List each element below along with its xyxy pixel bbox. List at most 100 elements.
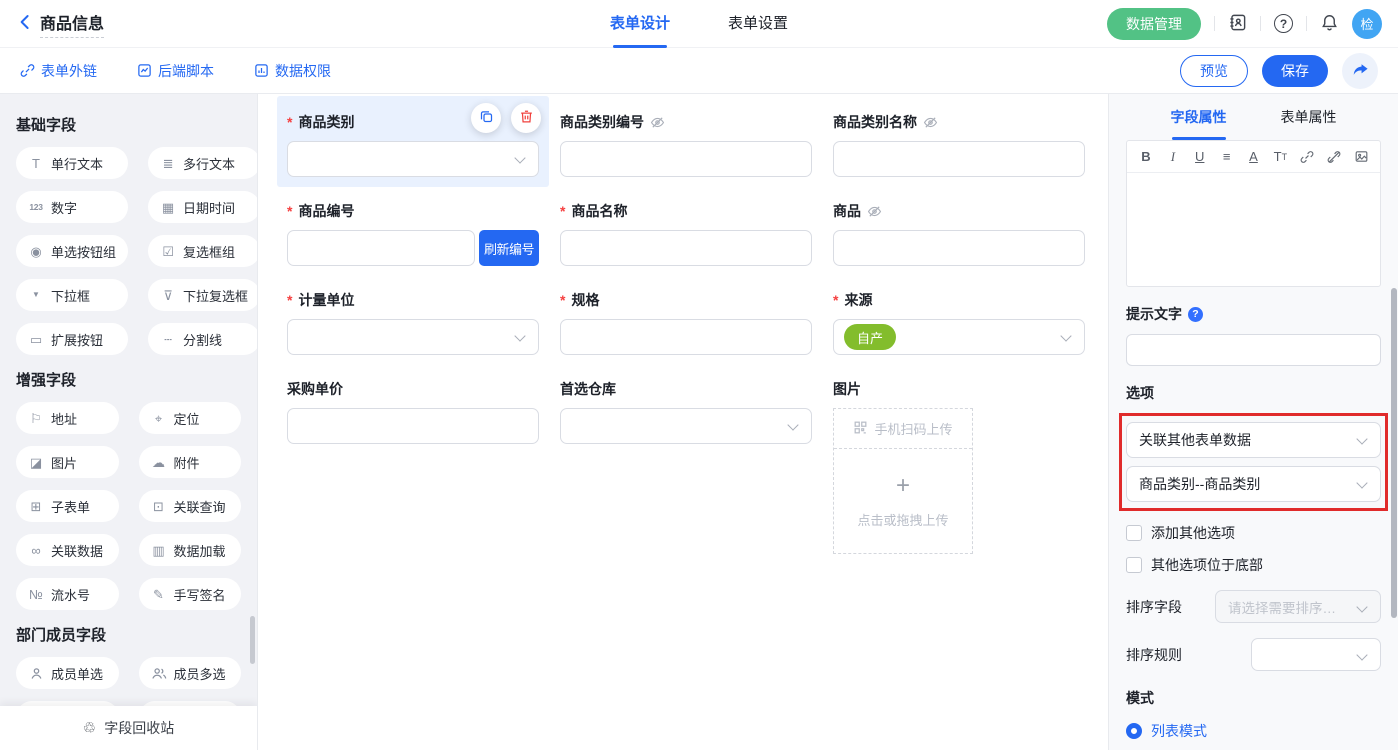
mode-list-radio[interactable]: 列表模式 [1126, 721, 1381, 741]
back-button[interactable] [16, 13, 34, 34]
single-text-icon: T [28, 157, 44, 170]
help-button[interactable]: ? [1274, 14, 1293, 33]
field-warehouse[interactable]: 首选仓库 [560, 379, 812, 554]
form-toolbar: 表单外链 后端脚本 数据权限 预览 保存 [0, 48, 1398, 94]
sidebar-item-member-single[interactable]: 成员单选 [16, 657, 119, 689]
sidebar-item-dropdown[interactable]: ▼ 下拉框 [16, 279, 128, 311]
field-product-code[interactable]: *商品编号 刷新编号 [287, 201, 539, 266]
delete-field-button[interactable] [511, 103, 541, 133]
field-product[interactable]: 商品 [833, 201, 1085, 266]
sidebar-item-number[interactable]: 123 数字 [16, 191, 128, 223]
linked-form-field-select[interactable]: 商品类别--商品类别 [1126, 466, 1381, 502]
product-name-input[interactable] [560, 230, 812, 266]
font-color-icon[interactable]: A [1244, 149, 1264, 164]
save-button[interactable]: 保存 [1262, 55, 1328, 87]
category-code-input[interactable] [560, 141, 812, 177]
signature-icon: ✎ [151, 588, 167, 601]
underline-icon[interactable]: U [1190, 149, 1210, 164]
field-product-name[interactable]: *商品名称 [560, 201, 812, 266]
image-tool-icon[interactable] [1351, 149, 1371, 164]
sidebar-item-attachment[interactable]: ☁ 附件 [139, 446, 242, 478]
field-spec[interactable]: *规格 [560, 290, 812, 355]
form-external-link[interactable]: 表单外链 [20, 61, 97, 81]
sidebar-item-expand-button[interactable]: ▭ 扩展按钮 [16, 323, 128, 355]
bold-icon[interactable]: B [1136, 149, 1156, 164]
unlink-icon[interactable] [1324, 150, 1344, 164]
help-badge-icon[interactable]: ? [1188, 307, 1203, 322]
sidebar-scrollbar[interactable] [250, 616, 255, 664]
add-other-option-checkbox[interactable]: 添加其他选项 [1126, 523, 1381, 543]
data-manage-button[interactable]: 数据管理 [1107, 8, 1201, 40]
category-name-input[interactable] [833, 141, 1085, 177]
sidebar-item-linked-query[interactable]: ⊡ 关联查询 [139, 490, 242, 522]
field-purchase-price[interactable]: 采购单价 [287, 379, 539, 554]
sidebar-item-position[interactable]: ⌖ 定位 [139, 402, 242, 434]
chevron-left-icon [16, 13, 34, 34]
field-label: 商品 [833, 201, 1085, 221]
refresh-code-button[interactable]: 刷新编号 [479, 230, 539, 266]
font-size-icon[interactable]: TT [1270, 149, 1290, 164]
other-option-bottom-checkbox[interactable]: 其他选项位于底部 [1126, 555, 1381, 575]
sidebar-item-radio-group[interactable]: ◉ 单选按钮组 [16, 235, 128, 267]
hint-text-input[interactable] [1126, 334, 1381, 366]
field-image[interactable]: 图片 手机扫码上传 +点击或拖拽上传 [833, 379, 1085, 554]
notification-button[interactable] [1320, 13, 1339, 35]
product-input[interactable] [833, 230, 1085, 266]
spec-input[interactable] [560, 319, 812, 355]
sidebar-item-signature[interactable]: ✎ 手写签名 [139, 578, 242, 610]
field-category-name[interactable]: 商品类别名称 [833, 112, 1085, 177]
sidebar-item-member-multi[interactable]: 成员多选 [139, 657, 242, 689]
unit-select[interactable] [287, 319, 539, 355]
sidebar-item-serial-number[interactable]: № 流水号 [16, 578, 119, 610]
italic-icon[interactable]: I [1163, 149, 1183, 165]
field-recycle-bin[interactable]: ♲ 字段回收站 [0, 706, 257, 750]
rich-text-area[interactable] [1127, 173, 1380, 286]
sort-rule-select[interactable] [1251, 638, 1381, 671]
tab-field-properties[interactable]: 字段属性 [1171, 94, 1227, 140]
sidebar-item-data-load[interactable]: ▥ 数据加载 [139, 534, 242, 566]
field-category[interactable]: *商品类别 [277, 96, 549, 187]
form-title[interactable]: 商品信息 [40, 10, 104, 38]
scan-upload-button[interactable]: 手机扫码上传 [834, 409, 972, 449]
sidebar-item-single-text[interactable]: T 单行文本 [16, 147, 128, 179]
align-icon[interactable]: ≡ [1217, 149, 1237, 164]
page-scrollbar[interactable] [1391, 288, 1397, 618]
sidebar-item-datetime[interactable]: ▦ 日期时间 [148, 191, 258, 223]
sidebar-item-address[interactable]: ⚐ 地址 [16, 402, 119, 434]
option-source-select[interactable]: 关联其他表单数据 [1126, 422, 1381, 458]
sidebar-item-image[interactable]: ◪ 图片 [16, 446, 119, 478]
field-label: 商品类别编号 [560, 112, 812, 132]
drop-upload-zone[interactable]: +点击或拖拽上传 [834, 449, 972, 553]
serial-number-icon: № [28, 588, 44, 601]
data-permission-link[interactable]: 数据权限 [254, 61, 331, 81]
avatar[interactable]: 检 [1352, 9, 1382, 39]
share-arrow-icon [1352, 61, 1369, 81]
preview-button[interactable]: 预览 [1180, 55, 1248, 87]
contacts-book-button[interactable] [1228, 13, 1247, 35]
share-button[interactable] [1342, 53, 1378, 89]
sidebar-item-multi-text[interactable]: ≣ 多行文本 [148, 147, 258, 179]
category-select[interactable] [287, 141, 539, 177]
sidebar-item-dropdown-multi[interactable]: ⊽ 下拉复选框 [148, 279, 258, 311]
sidebar-item-checkbox-group[interactable]: ☑ 复选框组 [148, 235, 258, 267]
field-source[interactable]: *来源 自产 [833, 290, 1085, 355]
backend-script-link[interactable]: 后端脚本 [137, 61, 214, 81]
copy-field-button[interactable] [471, 103, 501, 133]
field-library-sidebar: 基础字段 T 单行文本 ≣ 多行文本 123 数字 ▦ [0, 94, 258, 750]
sidebar-item-subform[interactable]: ⊞ 子表单 [16, 490, 119, 522]
tab-form-settings[interactable]: 表单设置 [728, 0, 788, 48]
warehouse-select[interactable] [560, 408, 812, 444]
field-category-code[interactable]: 商品类别编号 [560, 112, 812, 177]
sort-field-select[interactable]: 请选择需要排序的... [1215, 590, 1381, 623]
field-unit[interactable]: *计量单位 [287, 290, 539, 355]
product-code-input[interactable] [287, 230, 475, 266]
tab-form-design[interactable]: 表单设计 [610, 0, 670, 48]
source-select[interactable]: 自产 [833, 319, 1085, 355]
attachment-icon: ☁ [151, 456, 167, 469]
radio-on-icon [1126, 723, 1142, 739]
tab-form-properties[interactable]: 表单属性 [1281, 94, 1337, 140]
link-icon[interactable] [1297, 150, 1317, 164]
purchase-price-input[interactable] [287, 408, 539, 444]
sidebar-item-divider[interactable]: ┄ 分割线 [148, 323, 258, 355]
sidebar-item-linked-data[interactable]: ∞ 关联数据 [16, 534, 119, 566]
